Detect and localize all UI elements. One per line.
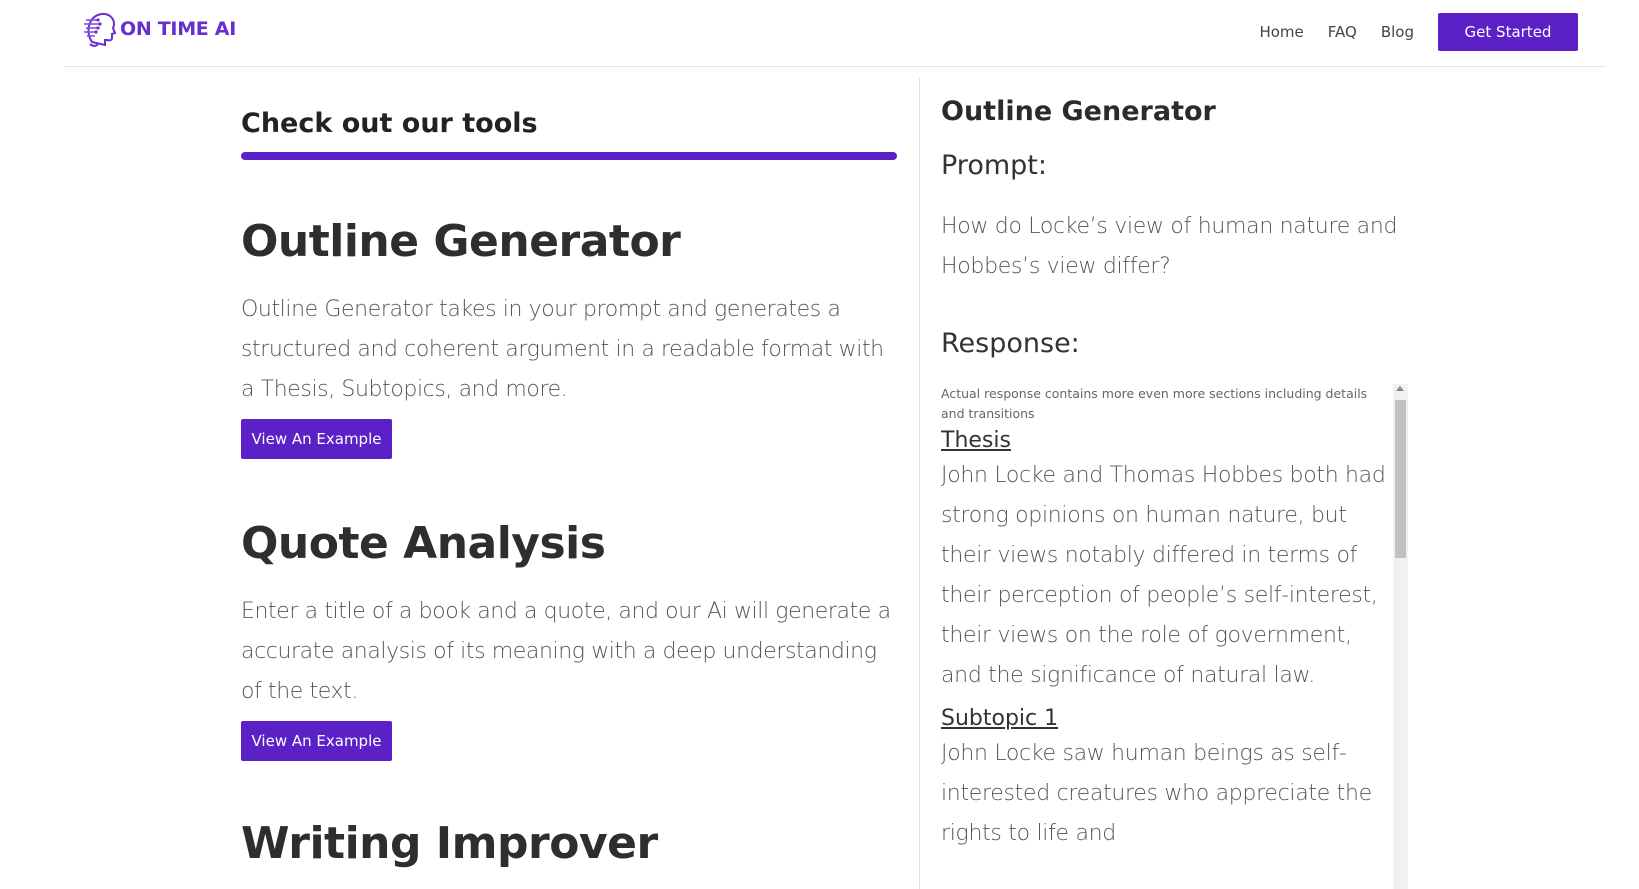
tool-description-quote-analysis: Enter a title of a book and a quote, and…: [241, 599, 891, 704]
brand-name: ON TIME AI: [120, 18, 236, 40]
response-scroll-area[interactable]: Actual response contains more even more …: [941, 384, 1409, 889]
prompt-label: Prompt:: [941, 150, 1047, 181]
tool-title-writing-improver: Writing Improver: [241, 818, 658, 869]
tool-title-outline-generator: Outline Generator: [241, 216, 681, 267]
response-label: Response:: [941, 328, 1080, 359]
scroll-up-arrow-icon[interactable]: [1396, 386, 1404, 391]
view-example-button-quote[interactable]: View An Example: [241, 721, 392, 761]
section-text-subtopic-1: John Locke saw human beings as self-inte…: [941, 741, 1372, 846]
response-scrollbar[interactable]: [1393, 384, 1408, 889]
section-heading-subtopic-1: Subtopic 1: [941, 706, 1059, 731]
site-header: ON TIME AI Home FAQ Blog Get Started: [64, 0, 1606, 67]
nav-blog-link[interactable]: Blog: [1381, 23, 1414, 41]
tools-heading: Check out our tools: [241, 108, 538, 139]
scrollbar-thumb[interactable]: [1395, 400, 1406, 558]
nav-faq-link[interactable]: FAQ: [1328, 23, 1357, 41]
get-started-button[interactable]: Get Started: [1438, 13, 1578, 51]
prompt-text: How do Locke’s view of human nature and …: [941, 214, 1398, 279]
heading-underline-bar: [241, 152, 897, 160]
example-title: Outline Generator: [941, 96, 1216, 127]
section-heading-thesis: Thesis: [941, 428, 1011, 453]
tool-title-quote-analysis: Quote Analysis: [241, 518, 606, 569]
tool-description-outline-generator: Outline Generator takes in your prompt a…: [241, 297, 884, 402]
logo-head-icon: [84, 12, 117, 47]
brand-logo[interactable]: ON TIME AI: [84, 10, 236, 48]
column-divider: [919, 78, 920, 889]
view-example-button-outline[interactable]: View An Example: [241, 419, 392, 459]
nav-home-link[interactable]: Home: [1259, 23, 1303, 41]
main-nav: Home FAQ Blog Get Started: [1259, 13, 1578, 51]
section-text-thesis: John Locke and Thomas Hobbes both had st…: [941, 463, 1386, 688]
response-note: Actual response contains more even more …: [941, 386, 1368, 421]
